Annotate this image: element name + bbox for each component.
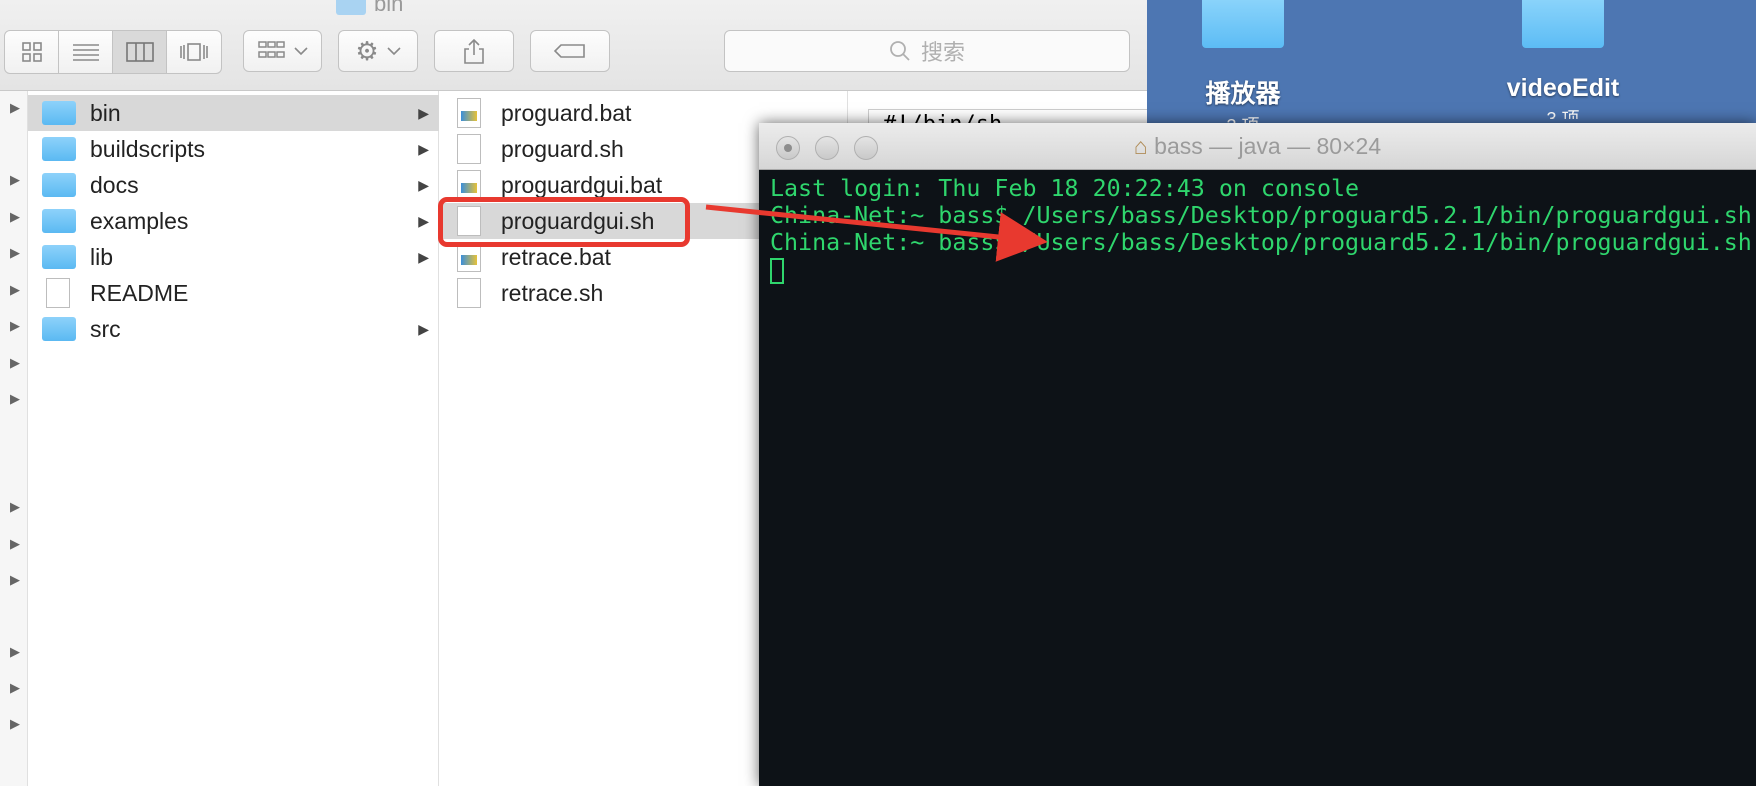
arrow-line	[705, 204, 1048, 262]
annotation-arrow	[705, 204, 1048, 262]
